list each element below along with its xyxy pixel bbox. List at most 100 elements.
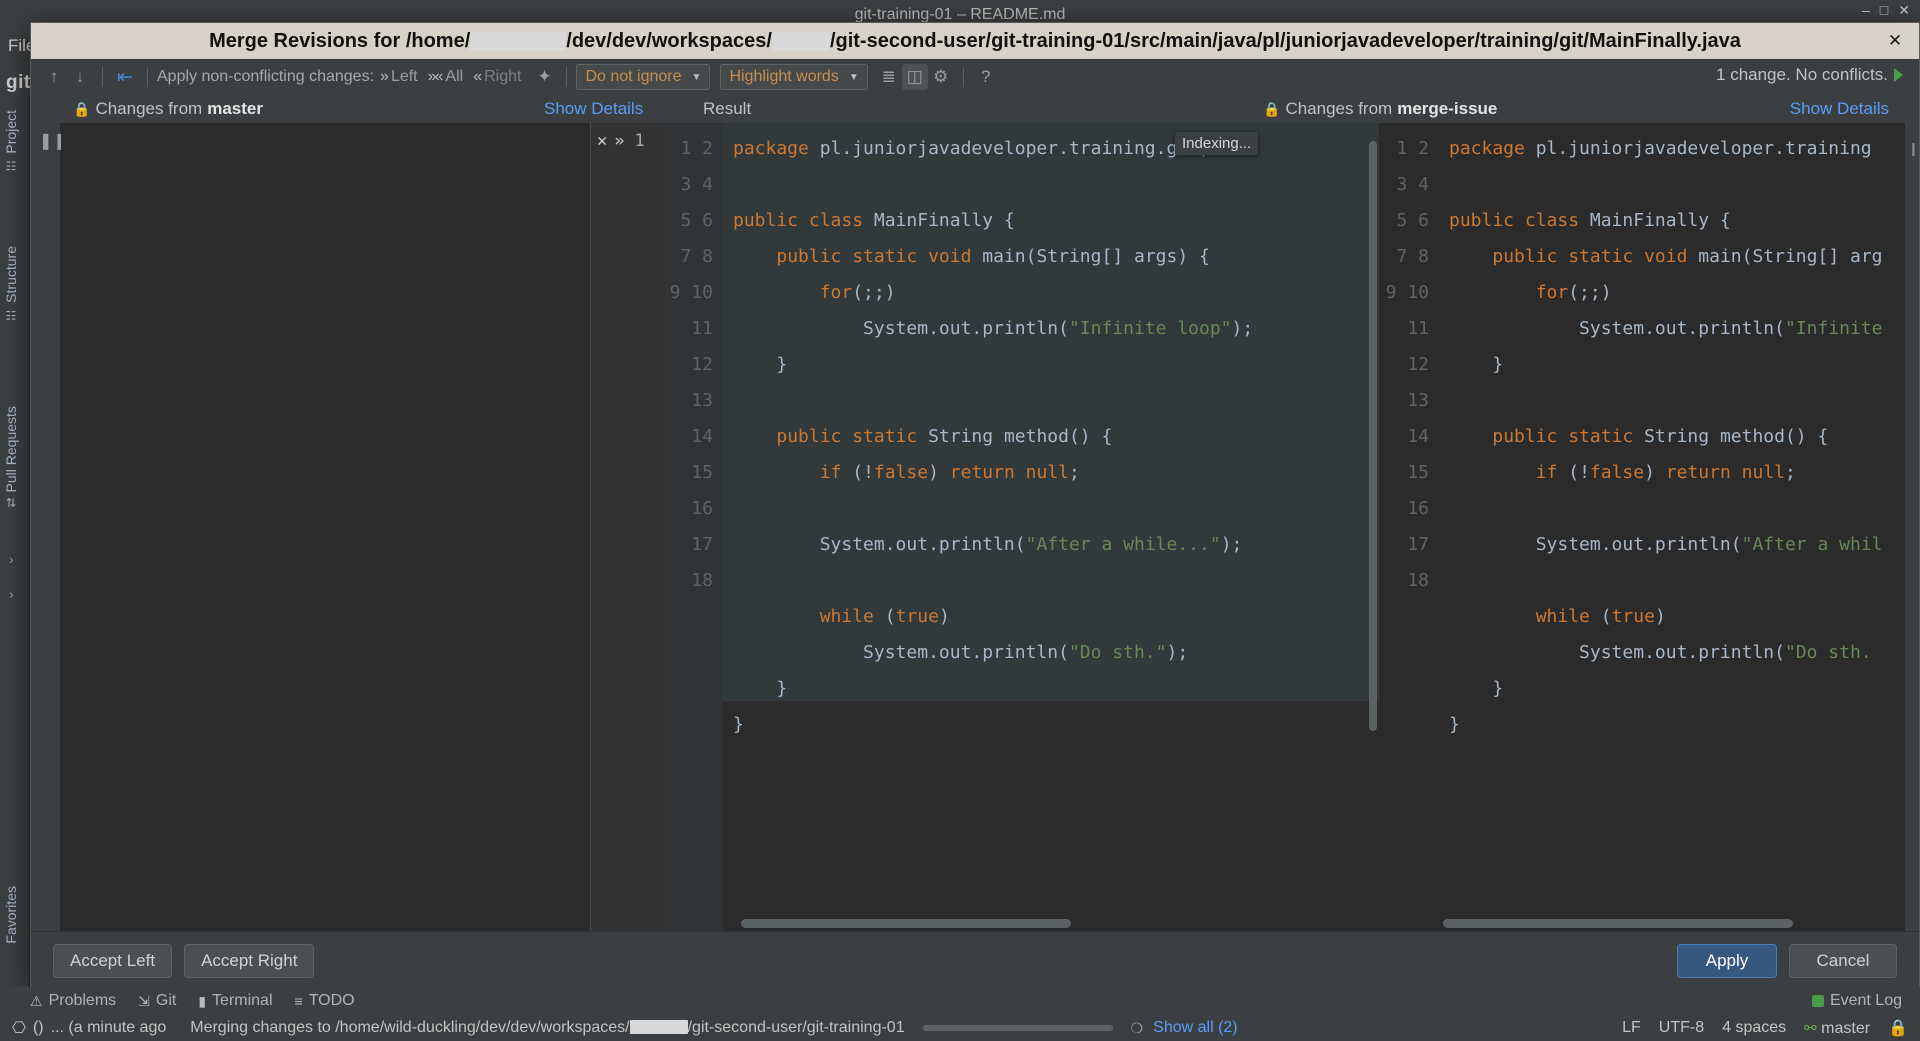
ide-status-bar: ⎔ () ... (a minute ago Merging changes t…: [0, 1015, 1920, 1041]
close-icon[interactable]: ✕: [1898, 2, 1910, 19]
expand-arrow-icon-2[interactable]: ›: [9, 586, 14, 602]
ide-window-controls[interactable]: – □ ✕: [1862, 2, 1910, 19]
toolbar-divider-3: [566, 67, 568, 87]
tool-window-terminal[interactable]: ▮ Terminal: [198, 992, 272, 1010]
gear-icon[interactable]: ⚙: [928, 64, 954, 90]
apply-button[interactable]: Apply: [1677, 943, 1777, 978]
accept-change-icon[interactable]: »: [614, 131, 624, 151]
result-code-area[interactable]: package pl.juniorjavadeveloper.training.…: [723, 123, 1379, 931]
ide-left-tool-strip: ☷ Project ☷ Structure ⇄ Pull Requests Fa…: [0, 96, 30, 1037]
right-code-area[interactable]: package pl.juniorjavadeveloper.training …: [1439, 123, 1919, 931]
minimize-icon[interactable]: –: [1862, 2, 1870, 19]
chevron-down-icon: ▼: [691, 71, 702, 83]
right-horizontal-scrollbar[interactable]: [1443, 919, 1793, 928]
right-edge-strip: ❙❙: [1905, 123, 1919, 931]
structure-icon: ☷: [4, 307, 18, 322]
pull-request-icon: ⇄: [4, 497, 18, 508]
branch-status[interactable]: ⚯ master: [1804, 1019, 1870, 1038]
double-chevron-right-icon: »: [380, 68, 389, 85]
cancel-progress-icon[interactable]: ❍: [1131, 1020, 1144, 1037]
accept-left-button[interactable]: Accept Left: [53, 943, 173, 978]
maximize-icon[interactable]: □: [1880, 2, 1888, 19]
cancel-button[interactable]: Cancel: [1789, 943, 1897, 978]
highlight-policy-select[interactable]: Highlight words ▼: [720, 64, 868, 90]
tool-window-problems[interactable]: ⚠ Problems: [30, 992, 116, 1010]
expand-arrow-icon-1[interactable]: ›: [9, 551, 14, 567]
sidebar-item-pull-requests[interactable]: ⇄ Pull Requests: [3, 406, 19, 507]
result-horizontal-scrollbar[interactable]: [741, 919, 1071, 928]
indent-status[interactable]: 4 spaces: [1722, 1019, 1786, 1037]
lock-icon: 🔒: [1263, 100, 1281, 117]
ide-project-label: git: [6, 72, 31, 93]
show-all-link[interactable]: Show all (2): [1153, 1019, 1237, 1037]
right-line-numbers: 1 2 3 4 5 6 7 8 9 10 11 12 13 14 15 16 1…: [1379, 123, 1439, 931]
change-number: 1: [634, 131, 645, 151]
dialog-title-bar: Merge Revisions for /home/ /dev/dev/work…: [31, 23, 1919, 59]
line-separator-status[interactable]: LF: [1622, 1019, 1641, 1037]
toolbar-divider-1: [102, 67, 103, 87]
status-message: Merging changes to /home/wild-duckling/d…: [190, 1019, 905, 1036]
left-pane-title: 🔒 Changes from master: [73, 99, 263, 118]
brackets-icon[interactable]: (): [33, 1019, 44, 1037]
merge-toolbar: ↑ ↓ ⇤ Apply non-conflicting changes: » L…: [31, 59, 1919, 95]
left-editor-pane[interactable]: [61, 123, 591, 931]
ide-tool-window-bar: ⚠ Problems ⇲ Git ▮ Terminal ≡ TODO Event…: [0, 987, 1920, 1015]
redacted-username: [470, 31, 567, 51]
right-editor-content: package pl.juniorjavadeveloper.training …: [1449, 138, 1883, 735]
memory-icon[interactable]: ⎔: [12, 1018, 26, 1038]
next-difference-icon[interactable]: ↓: [67, 64, 93, 90]
left-show-details-link[interactable]: Show Details: [544, 99, 643, 119]
apply-left-icon[interactable]: ⇤: [112, 64, 138, 90]
result-editor-pane[interactable]: ✕ » 1 1 2 3 4 5 6 7 8 9 10 11 12 13 14 1…: [591, 123, 1379, 931]
side-by-side-icon[interactable]: ◫: [901, 64, 928, 90]
magic-wand-icon[interactable]: ✦: [531, 64, 557, 90]
list-icon: ≡: [294, 993, 303, 1009]
status-left-group: ⎔ () ... (a minute ago: [12, 1018, 166, 1038]
apply-left-button[interactable]: » Left: [380, 68, 418, 86]
apply-nonconflicting-label: Apply non-conflicting changes:: [157, 68, 375, 85]
apply-all-button[interactable]: »« All: [428, 68, 464, 86]
result-line-numbers: 1 2 3 4 5 6 7 8 9 10 11 12 13 14 15 16 1…: [663, 123, 723, 931]
event-log-icon: [1811, 995, 1824, 1007]
encoding-status[interactable]: UTF-8: [1659, 1019, 1704, 1037]
result-pane-title: Result: [703, 99, 752, 118]
sidebar-item-structure[interactable]: ☷ Structure: [3, 246, 19, 322]
lock-icon[interactable]: 🔒: [1888, 1018, 1908, 1038]
status-ok-icon: [1894, 68, 1903, 82]
result-vertical-scrollbar[interactable]: [1369, 141, 1377, 731]
status-right-group: LF UTF-8 4 spaces ⚯ master 🔒: [1622, 1018, 1908, 1038]
project-icon: ☷: [4, 158, 18, 173]
ignore-policy-select[interactable]: Do not ignore ▼: [576, 64, 711, 90]
tool-window-event-log[interactable]: Event Log: [1811, 992, 1902, 1010]
help-icon[interactable]: ?: [973, 64, 999, 90]
conflict-status: 1 change. No conflicts.: [1716, 65, 1903, 85]
resize-grip-icon[interactable]: ❙❙: [1908, 141, 1919, 161]
conflict-status-label: 1 change. No conflicts.: [1716, 65, 1888, 84]
collapse-lines-icon[interactable]: ≣: [876, 64, 902, 90]
tool-window-git[interactable]: ⇲ Git: [138, 992, 176, 1010]
right-editor-pane[interactable]: 1 2 3 4 5 6 7 8 9 10 11 12 13 14 15 16 1…: [1379, 123, 1919, 931]
toolbar-divider-2: [147, 67, 148, 87]
merge-progress-bar: [922, 1025, 1113, 1031]
accept-right-button[interactable]: Accept Right: [184, 943, 315, 978]
right-show-details-link[interactable]: Show Details: [1790, 99, 1889, 119]
dialog-close-icon[interactable]: ✕: [1885, 31, 1905, 51]
git-branch-icon: ⚯: [1804, 1019, 1817, 1037]
result-editor-content: package pl.juniorjavadeveloper.training.…: [733, 138, 1254, 735]
tool-window-todo[interactable]: ≡ TODO: [295, 992, 355, 1010]
indexing-tooltip: Indexing...: [1175, 132, 1259, 155]
merge-change-actions: ✕ » 1: [597, 131, 645, 151]
apply-right-button[interactable]: « Right: [473, 68, 521, 86]
terminal-icon: ▮: [198, 992, 207, 1009]
sidebar-item-project[interactable]: ☷ Project: [3, 110, 19, 173]
dialog-footer: Accept Left Accept Right Apply Cancel: [31, 931, 1919, 989]
git-branch-icon: ⇲: [138, 992, 150, 1009]
previous-difference-icon[interactable]: ↑: [41, 64, 67, 90]
screen: git-training-01 – README.md – □ ✕ File g…: [0, 0, 1920, 1041]
pane-headers: 🔒 Changes from master Show Details Resul…: [31, 95, 1919, 123]
reject-change-icon[interactable]: ✕: [597, 131, 607, 151]
sidebar-item-favorites[interactable]: Favorites: [3, 886, 19, 944]
dialog-title: Merge Revisions for /home/ /dev/dev/work…: [31, 30, 1919, 53]
chevron-down-icon: ▼: [848, 71, 859, 83]
error-icon: ⚠: [30, 992, 43, 1009]
